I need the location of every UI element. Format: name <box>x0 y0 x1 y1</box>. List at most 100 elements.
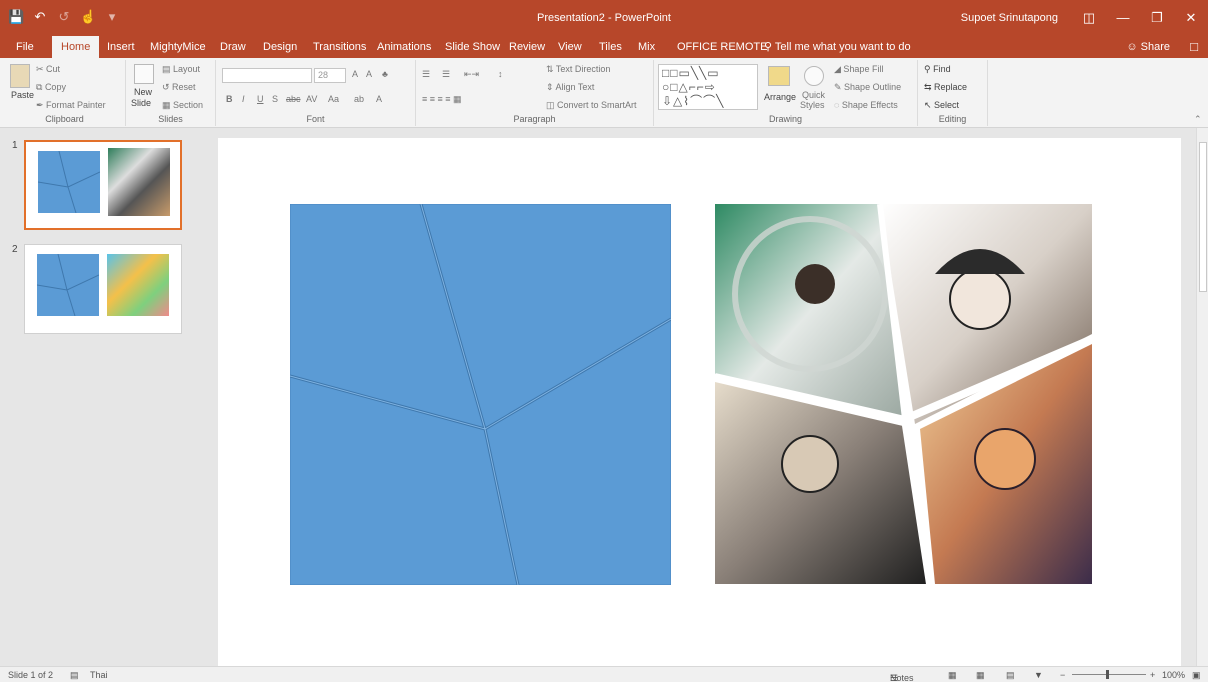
paste-button[interactable]: Paste <box>11 90 34 100</box>
arrange-button[interactable]: Arrange <box>764 92 796 102</box>
new-slide-line1[interactable]: New <box>134 87 152 97</box>
tab-file[interactable]: File <box>10 36 40 58</box>
new-slide-icon[interactable] <box>134 64 154 84</box>
tell-me-box[interactable]: ⚲ Tell me what you want to do <box>758 36 917 58</box>
format-painter-button[interactable]: ✒ Format Painter <box>36 100 106 111</box>
shape-fill-button[interactable]: ◢ Shape Fill <box>834 64 883 75</box>
blue-fractured-shape[interactable] <box>290 204 671 585</box>
vertical-scrollbar[interactable] <box>1196 128 1208 666</box>
fit-to-window-icon[interactable]: ▣ <box>1192 670 1201 681</box>
zoom-in-icon[interactable]: + <box>1150 670 1155 680</box>
paint-bucket-icon: ◢ <box>834 64 844 74</box>
zoom-slider-thumb[interactable] <box>1106 670 1109 679</box>
align-icons[interactable]: ≡ ≡ ≡ ≡ ▦ <box>422 94 462 105</box>
tab-view[interactable]: View <box>552 36 588 58</box>
collapse-ribbon-icon[interactable]: ⌃ <box>1194 114 1202 125</box>
change-case-button[interactable]: Aa <box>328 94 339 104</box>
thumbnail-lines <box>37 254 99 316</box>
font-color-icon[interactable]: A <box>376 94 382 104</box>
indent-icon[interactable]: ⇤⇥ <box>464 69 479 80</box>
tab-transitions[interactable]: Transitions <box>307 36 372 58</box>
scrollbar-thumb[interactable] <box>1199 142 1207 292</box>
new-slide-line2[interactable]: Slide <box>131 98 151 108</box>
paste-icon[interactable] <box>10 64 30 88</box>
slide-thumbnail-1[interactable] <box>24 140 182 230</box>
tab-tiles[interactable]: Tiles <box>593 36 628 58</box>
clear-format-icon[interactable]: ♣ <box>382 69 388 79</box>
touch-mode-icon[interactable]: ☝ <box>80 9 96 25</box>
section-button[interactable]: ▦ Section <box>162 100 203 111</box>
tab-animations[interactable]: Animations <box>371 36 437 58</box>
shape-effects-button[interactable]: ◌ Shape Effects <box>834 100 898 110</box>
char-spacing-icon[interactable]: AV <box>306 94 317 104</box>
language[interactable]: Thai <box>90 670 108 680</box>
tab-design[interactable]: Design <box>257 36 303 58</box>
reading-view-icon[interactable]: ▤ <box>1006 670 1015 681</box>
save-icon[interactable]: 💾 <box>8 9 24 25</box>
font-name-input[interactable] <box>222 68 312 83</box>
close-icon[interactable]: ✕ <box>1174 0 1208 36</box>
zoom-level[interactable]: 100% <box>1162 670 1185 680</box>
strikethrough-button[interactable]: abc <box>286 94 301 104</box>
shrink-font-button[interactable]: A <box>366 69 372 79</box>
bullets-icon[interactable]: ☰ <box>422 69 430 80</box>
tab-home[interactable]: Home <box>52 36 100 58</box>
slide-thumbnail-pane: 1 2 <box>0 128 200 666</box>
layout-button[interactable]: ▤ Layout <box>162 64 200 75</box>
zoom-slider[interactable] <box>1072 674 1146 675</box>
numbering-icon[interactable]: ☰ <box>442 69 450 80</box>
undo-icon[interactable]: ↶ <box>32 9 48 25</box>
slides-label: Slides <box>158 114 183 124</box>
quick-styles-icon[interactable] <box>804 66 824 86</box>
replace-button[interactable]: ⇆ Replace <box>924 82 967 93</box>
photo-collage[interactable] <box>715 204 1092 584</box>
arrange-icon[interactable] <box>768 66 790 86</box>
maximize-icon[interactable]: ❐ <box>1140 0 1174 36</box>
slide-count: Slide 1 of 2 <box>8 670 54 680</box>
line-spacing-icon[interactable]: ↕ <box>498 69 503 79</box>
tab-slide-show[interactable]: Slide Show <box>439 36 506 58</box>
minimize-icon[interactable]: — <box>1106 0 1140 36</box>
shapes-gallery[interactable]: □□▭╲╲▭ ○□△⌐⌐⇨ ⇩△⌇⌒⌒╲ <box>658 64 758 110</box>
align-text-button[interactable]: ⇕ Align Text <box>546 82 594 93</box>
copy-icon: ⧉ <box>36 82 45 92</box>
person-icon: ☺ <box>1126 41 1138 53</box>
copy-button[interactable]: ⧉ Copy <box>36 82 66 93</box>
zoom-out-icon[interactable]: − <box>1060 670 1065 680</box>
thumbnail-number: 1 <box>12 140 18 151</box>
tab-mightymice[interactable]: MightyMice <box>144 36 212 58</box>
user-name[interactable]: Supoet Srinutapong <box>961 12 1058 24</box>
quick-styles-line2[interactable]: Styles <box>800 100 825 110</box>
convert-smartart-button[interactable]: ◫ Convert to SmartArt <box>546 100 637 111</box>
quick-styles-line1[interactable]: Quick <box>802 90 825 100</box>
underline-button[interactable]: U <box>257 94 264 104</box>
tab-review[interactable]: Review <box>503 36 551 58</box>
shadow-button[interactable]: S <box>272 94 278 104</box>
share-button[interactable]: ☺ Share <box>1126 36 1170 58</box>
highlight-icon[interactable]: ab <box>354 94 364 104</box>
thumbnail-lines <box>38 151 100 213</box>
tab-insert[interactable]: Insert <box>101 36 141 58</box>
comment-icon[interactable]: □ <box>1190 36 1198 58</box>
font-size-input[interactable]: 28 <box>314 68 346 83</box>
slide-thumbnail-2[interactable] <box>24 244 182 334</box>
current-slide[interactable] <box>218 138 1181 666</box>
spellcheck-icon[interactable]: ▤ <box>70 670 79 681</box>
cut-button[interactable]: ✂ Cut <box>36 64 60 75</box>
customize-icon[interactable]: ▾ <box>104 9 120 25</box>
redo-icon[interactable]: ↺ <box>56 9 72 25</box>
select-button[interactable]: ↖ Select <box>924 100 959 111</box>
tab-mix[interactable]: Mix <box>632 36 661 58</box>
slide-sorter-icon[interactable]: ▦ <box>976 670 985 681</box>
normal-view-icon[interactable]: ▦ <box>948 670 957 681</box>
ribbon-display-icon[interactable]: ◫ <box>1072 0 1106 36</box>
bold-button[interactable]: B <box>226 94 233 104</box>
slideshow-icon[interactable]: ▼ <box>1034 670 1043 680</box>
tab-draw[interactable]: Draw <box>214 36 252 58</box>
reset-button[interactable]: ↺ Reset <box>162 82 196 93</box>
find-button[interactable]: ⚲ Find <box>924 64 951 75</box>
grow-font-button[interactable]: A <box>352 69 358 79</box>
italic-button[interactable]: I <box>242 94 245 104</box>
shape-outline-button[interactable]: ✎ Shape Outline <box>834 82 901 93</box>
text-direction-button[interactable]: ⇅ Text Direction <box>546 64 610 75</box>
